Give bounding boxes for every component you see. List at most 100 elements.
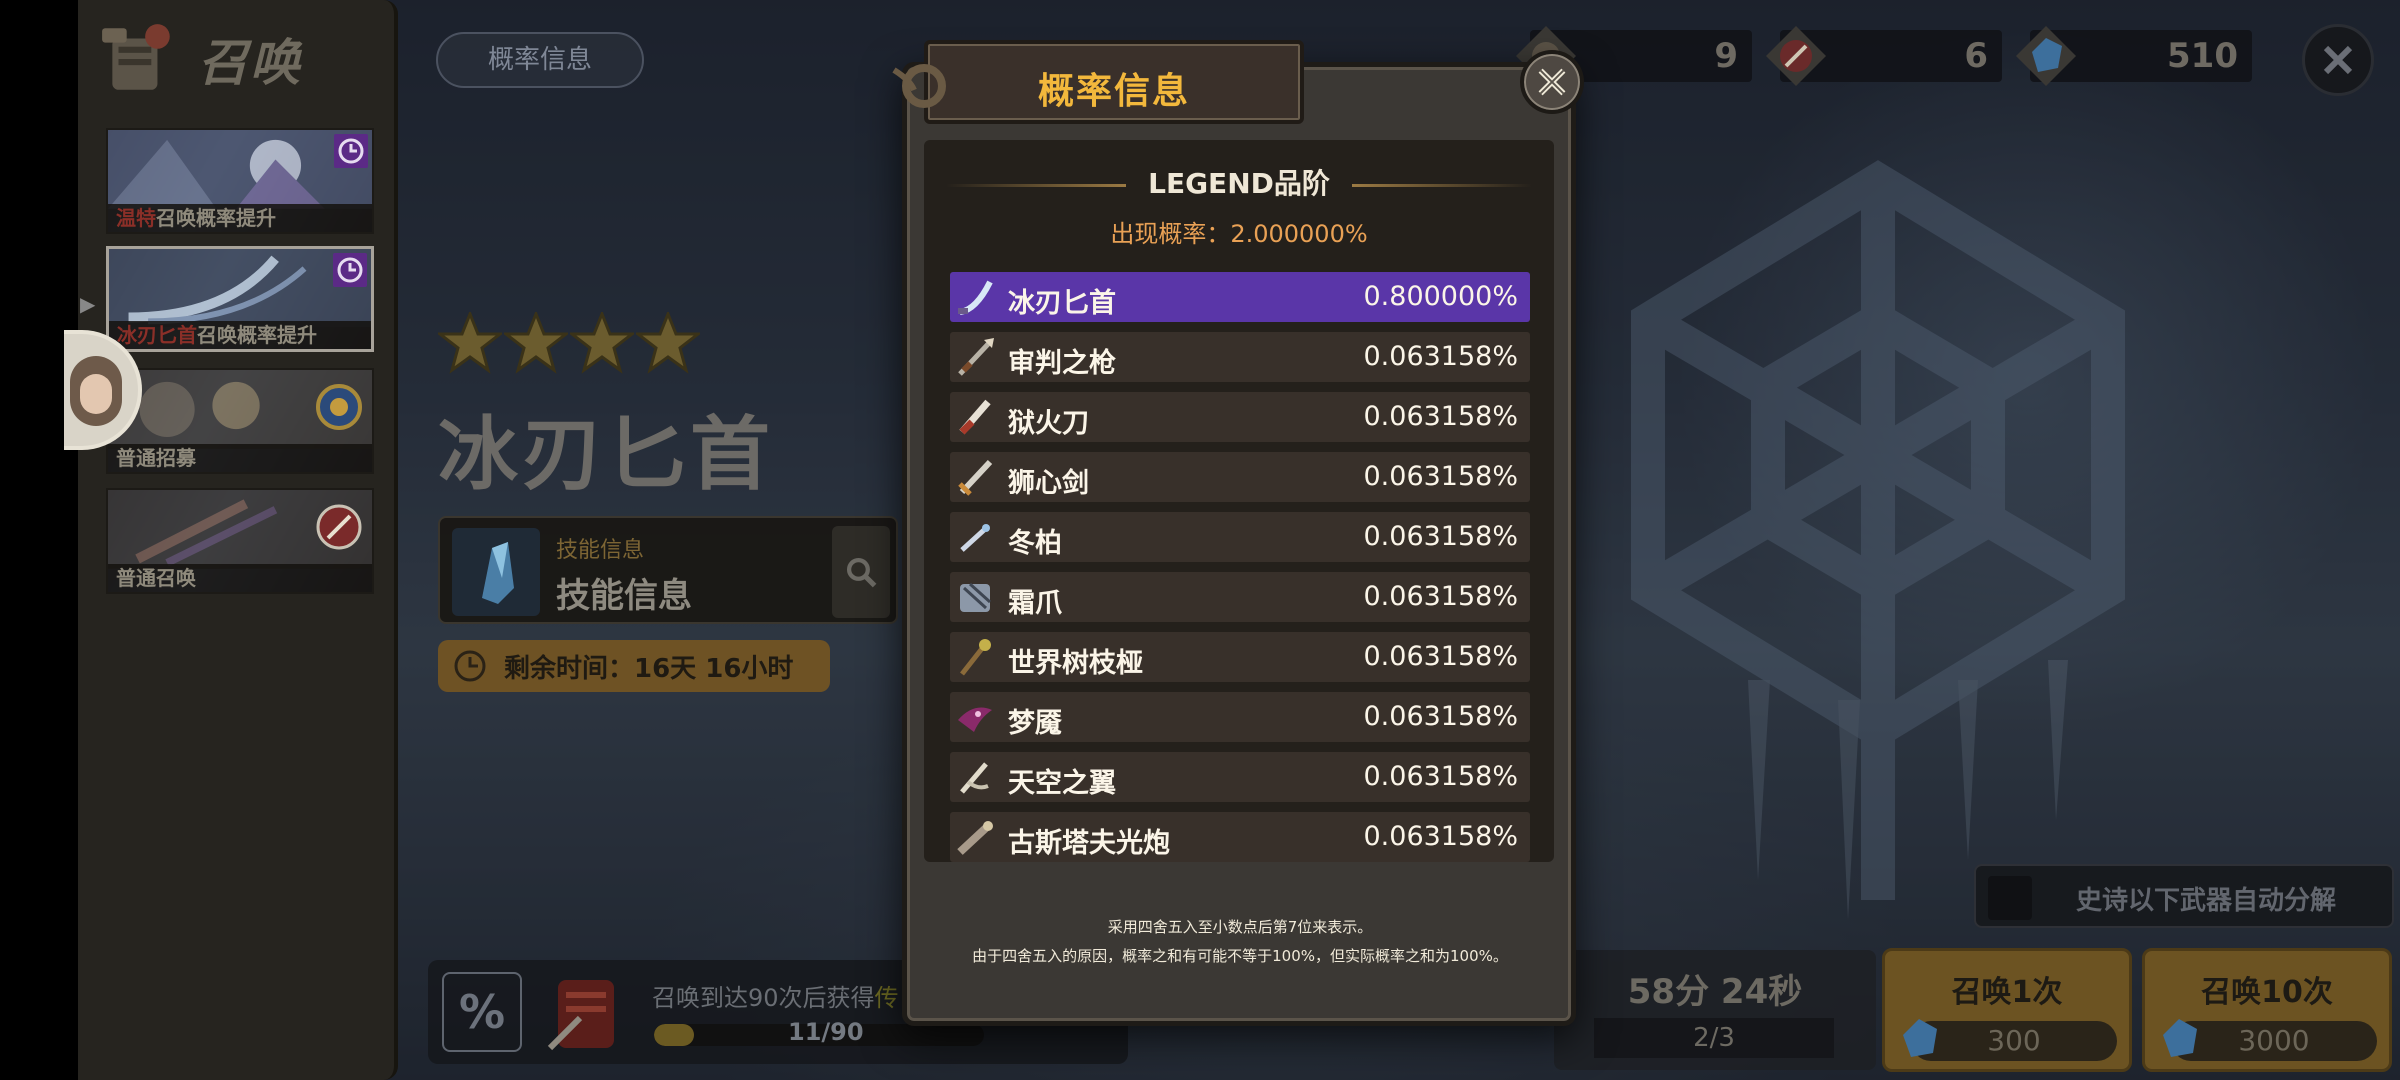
weapon-rate: 0.800000% (1363, 281, 1519, 312)
probability-info-button[interactable]: 概率信息 (436, 32, 644, 88)
auto-dismantle-checkbox[interactable] (1988, 876, 2032, 920)
clock-icon (334, 134, 368, 168)
scroll-reward-icon (547, 980, 614, 1051)
wand-icon (960, 524, 990, 552)
remaining-time-pill: 剩余时间：16天 16小时 (438, 640, 830, 692)
grade-title: LEGEND品阶 (1148, 167, 1330, 200)
summon-side-panel: 召唤 温特召唤概率提升 冰刃匕首召唤概率提升 普通招募 普通召唤 (78, 0, 398, 1080)
modal-title-tab: 概率信息 (892, 40, 1304, 124)
list-item[interactable]: 冬柏 0.063158% (950, 512, 1530, 562)
list-item[interactable]: 冰刃匕首 0.800000% (950, 272, 1530, 322)
list-item[interactable]: 狮心剑 0.063158% (950, 452, 1530, 502)
auto-dismantle-toggle[interactable]: 史诗以下武器自动分解 (1974, 864, 2394, 928)
banner-text: 召唤概率提升 (197, 323, 317, 347)
weapon-name: 狮心剑 (1008, 468, 1089, 499)
side-panel-title: 召唤 (198, 34, 302, 92)
skill-info-box[interactable]: 技能信息 技能信息 (438, 516, 898, 624)
weapon-name: 世界树枝桠 (1008, 648, 1143, 679)
probability-percent-button[interactable]: % (442, 972, 522, 1052)
summon-1-button[interactable]: 召唤1次 300 (1882, 948, 2132, 1072)
banner-text: 召唤概率提升 (156, 206, 276, 230)
star-icon (504, 312, 568, 374)
list-item[interactable]: 霜爪 0.063158% (950, 572, 1530, 622)
banner-text: 普通招募 (116, 446, 196, 470)
auto-dismantle-label: 史诗以下武器自动分解 (2076, 886, 2337, 916)
weapon-rate: 0.063158% (1363, 701, 1519, 732)
banner-label: 温特召唤概率提升 (108, 204, 372, 232)
weapon-rate: 0.063158% (1363, 401, 1519, 432)
currency-sword-ticket: 6 (1766, 26, 2002, 86)
milestone-highlight: 传 (874, 984, 899, 1012)
free-summon-timer: 58分 24秒 2/3 (1554, 950, 1876, 1070)
weapon-rate: 0.063158% (1363, 341, 1519, 372)
list-item[interactable]: 审判之枪 0.063158% (950, 332, 1530, 382)
summon-badge-icon (316, 384, 362, 430)
currency-value: 9 (1714, 36, 1738, 76)
grade-appear-rate: 出现概率：2.000000% (1110, 220, 1368, 248)
list-item[interactable]: 狱火刀 0.063158% (950, 392, 1530, 442)
modal-close-button[interactable] (1520, 50, 1584, 114)
weapon-name: 狱火刀 (1008, 408, 1089, 439)
banner-ice-dagger-rate-up[interactable]: 冰刃匕首召唤概率提升 (106, 246, 374, 352)
grade-header: LEGEND品阶 (924, 162, 1554, 202)
fire-blade-icon (959, 399, 991, 435)
skill-info-caption: 技能信息 (556, 538, 645, 563)
summon-1-cost-value: 300 (1987, 1024, 2041, 1057)
weapon-name: 审判之枪 (1008, 348, 1116, 379)
banner-normal-summon[interactable]: 普通召唤 (106, 488, 374, 594)
weapon-name: 冰刃匕首 (1008, 288, 1116, 319)
banner-art (108, 130, 372, 209)
list-item[interactable]: 梦魇 0.063158% (950, 692, 1530, 742)
weapon-probability-list: 冰刃匕首 0.800000% 审判之枪 0.063158% 狱火刀 0.0631… (950, 272, 1530, 862)
weapon-rate: 0.063158% (1363, 521, 1519, 552)
remaining-time-text: 剩余时间：16天 16小时 (504, 653, 794, 684)
nightmare-icon (958, 707, 992, 732)
milestone-prefix: 召唤到达90次后获得 (652, 984, 875, 1012)
summon-1-label: 召唤1次 (1951, 975, 2063, 1010)
skill-search-button[interactable] (832, 526, 890, 618)
summon-10-cost: 3000 (2163, 1019, 2377, 1061)
summon-10-label: 召唤10次 (2201, 975, 2333, 1010)
sword-ticket-icon (1766, 26, 1826, 86)
blue-gem-icon (2016, 26, 2076, 86)
weapon-badge-icon (316, 504, 362, 550)
avatar-face (80, 374, 112, 414)
list-item[interactable]: 世界树枝桠 0.063158% (950, 632, 1530, 682)
probability-list-panel[interactable]: LEGEND品阶 出现概率：2.000000% 冰刃匕首 0.800000% 审… (924, 140, 1554, 862)
ice-dagger-icon (958, 280, 993, 315)
expand-arrow-icon[interactable]: ▶ (80, 292, 95, 316)
banner-label: 普通召唤 (108, 564, 372, 592)
currency-value: 510 (2167, 36, 2238, 76)
modal-title: 概率信息 (1037, 71, 1190, 112)
divider (1352, 184, 1532, 187)
side-panel-header: 召唤 (98, 18, 302, 100)
close-icon (1538, 68, 1566, 96)
banner-normal-recruit[interactable]: 普通招募 (106, 368, 374, 474)
milestone-progress-label: 11/90 (788, 1018, 864, 1046)
weapon-name: 古斯塔夫光炮 (1008, 828, 1170, 859)
weapon-rate: 0.063158% (1363, 581, 1519, 612)
star-icon (636, 312, 700, 374)
star-icon (438, 312, 502, 374)
cannon-icon (957, 821, 993, 855)
note-sum: 由于四舍五入的原因，概率之和有可能不等于100%，但实际概率之和为100%。 (972, 947, 1508, 965)
progress-fill (654, 1024, 695, 1046)
close-screen-button[interactable] (2302, 24, 2374, 96)
summon-10-cost-value: 3000 (2238, 1024, 2310, 1057)
summon-10-button[interactable]: 召唤10次 3000 (2142, 948, 2392, 1072)
note-rounding: 采用四舍五入至小数点后第7位来表示。 (1107, 918, 1373, 936)
list-item[interactable]: 古斯塔夫光炮 0.063158% (950, 812, 1530, 862)
weapon-rate: 0.063158% (1363, 761, 1519, 792)
banner-winter-rate-up[interactable]: 温特召唤概率提升 (106, 128, 374, 234)
rounding-notes: 采用四舍五入至小数点后第7位来表示。 由于四舍五入的原因，概率之和有可能不等于1… (910, 916, 1570, 974)
banner-label: 普通招募 (108, 444, 372, 472)
list-item[interactable]: 天空之翼 0.063158% (950, 752, 1530, 802)
search-icon (846, 557, 877, 588)
weapon-name: 冬柏 (1008, 528, 1062, 559)
weapon-rate: 0.063158% (1363, 821, 1519, 852)
star-icon (570, 312, 634, 374)
weapon-rate: 0.063158% (1363, 641, 1519, 672)
staff-icon (960, 639, 991, 676)
weapon-name: 天空之翼 (1008, 768, 1116, 799)
banner-text: 普通召唤 (116, 566, 196, 590)
